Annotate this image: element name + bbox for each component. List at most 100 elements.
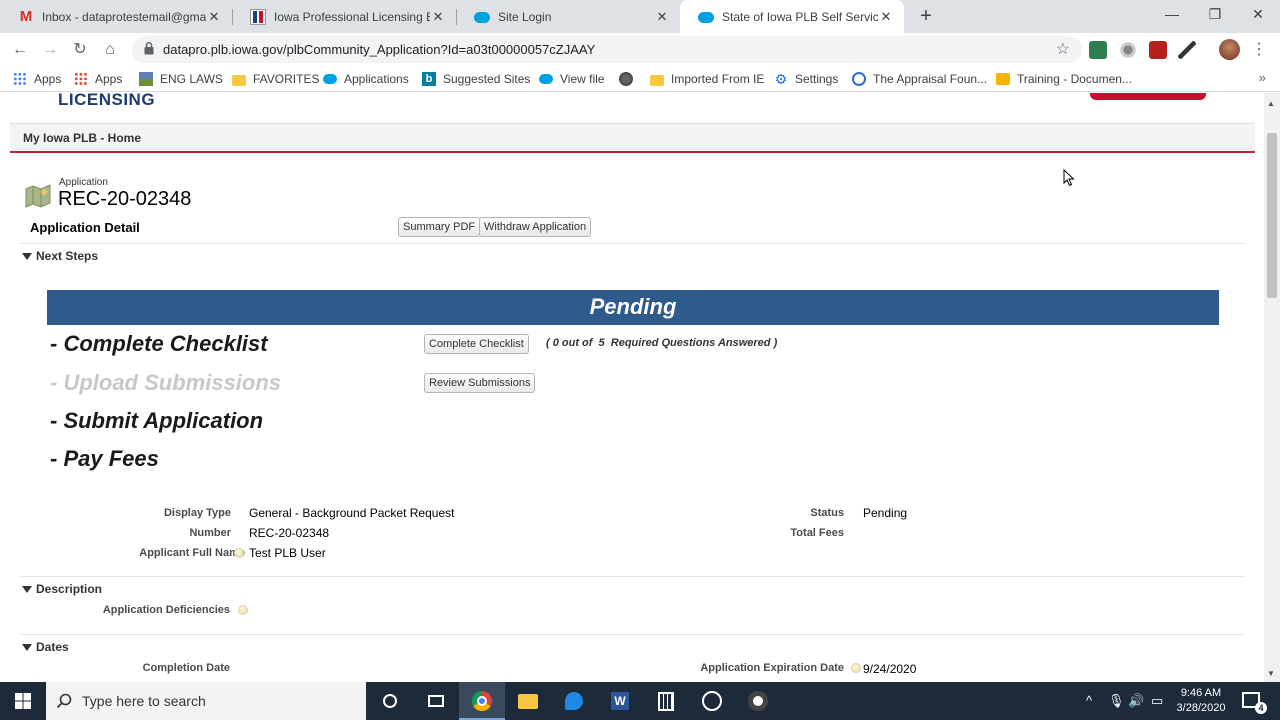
bookmark-star-icon[interactable]: ☆: [1056, 39, 1070, 59]
review-submissions-button[interactable]: Review Submissions: [424, 373, 536, 393]
word-icon[interactable]: W: [597, 682, 643, 720]
header-button[interactable]: [1090, 93, 1206, 100]
paint-app-icon[interactable]: [551, 682, 597, 720]
bookmark-training-docs[interactable]: Training - Documen...: [996, 71, 1132, 87]
address-bar[interactable]: datapro.plb.iowa.gov/plbCommunity_Applic…: [132, 36, 1082, 63]
page-scrollbar[interactable]: ▲ ▼: [1264, 93, 1280, 682]
close-icon[interactable]: ✕: [654, 9, 670, 25]
bookmark-globe[interactable]: [619, 71, 640, 87]
bookmark-label: ENG LAWS: [160, 72, 223, 86]
collapse-triangle-icon: [22, 585, 32, 593]
bookmark-appraisal-foundation[interactable]: The Appraisal Foun...: [852, 71, 987, 87]
taskbar-search-box[interactable]: Type here to search: [46, 682, 366, 720]
section-heading: Description: [36, 582, 103, 596]
restore-icon[interactable]: ❐: [1205, 6, 1225, 26]
clock-time: 9:46 AM: [1180, 687, 1222, 699]
tray-chevron-icon[interactable]: ^: [1086, 693, 1092, 708]
obs-icon[interactable]: [735, 682, 781, 720]
help-icon[interactable]: [851, 663, 861, 673]
minimize-icon[interactable]: —: [1162, 6, 1182, 26]
tab-site-login[interactable]: Site Login ✕: [456, 0, 680, 33]
status-value: Pending: [863, 506, 908, 520]
file-explorer-icon[interactable]: [505, 682, 551, 720]
window-close-icon[interactable]: ✕: [1248, 6, 1268, 26]
page-title: My Iowa PLB - Home: [23, 131, 142, 145]
task-view-icon[interactable]: [413, 682, 459, 720]
scrollbar-thumb[interactable]: [1267, 133, 1277, 298]
windows-start-icon[interactable]: [0, 682, 46, 720]
windows-taskbar: Type here to search W ^ 🎙 🔊 ▭ 9:46 AM 3/…: [0, 682, 1280, 720]
salesforce-icon: [698, 12, 714, 23]
section-next-steps[interactable]: Next Steps: [22, 249, 98, 263]
help-icon[interactable]: [234, 548, 244, 558]
bookmarks-bar: Apps Apps ENG LAWS FAVORITES Application…: [0, 66, 1280, 92]
action-center-icon[interactable]: 4: [1242, 692, 1267, 714]
applicant-full-name-label: Applicant Full Name: [139, 547, 245, 559]
bookmark-imported-from-ie[interactable]: Imported From IE: [650, 71, 764, 87]
avatar[interactable]: [1219, 39, 1240, 60]
number-label: Number: [189, 527, 231, 539]
bookmark-apps[interactable]: Apps: [13, 71, 61, 87]
section-description[interactable]: Description: [22, 582, 102, 596]
bookmarks-overflow-icon[interactable]: »: [1259, 70, 1266, 85]
calculator-icon[interactable]: [643, 682, 689, 720]
microphone-icon[interactable]: 🎙: [1108, 693, 1125, 709]
help-icon[interactable]: [238, 605, 248, 615]
bookmark-eng-laws[interactable]: ENG LAWS: [139, 71, 223, 87]
bookmark-apps-2[interactable]: Apps: [74, 71, 122, 87]
salesforce-icon: [323, 74, 337, 84]
reload-icon[interactable]: ↻: [69, 39, 91, 61]
network-icon[interactable]: ▭: [1151, 693, 1163, 709]
tab-gmail-inbox[interactable]: M Inbox - dataprotestemail@gmail. ✕: [0, 0, 232, 33]
bookmark-suggested-sites[interactable]: b Suggested Sites: [422, 71, 530, 87]
tab-plb-self-service[interactable]: State of Iowa PLB Self Service ✕: [680, 0, 904, 33]
acrobat-extension-icon[interactable]: [1149, 41, 1167, 59]
application-map-icon: [25, 184, 51, 208]
gear-icon: ⚙: [774, 71, 788, 87]
scroll-up-icon[interactable]: ▲: [1267, 99, 1275, 108]
applicant-full-name-value: Test PLB User: [249, 546, 326, 560]
withdraw-application-button[interactable]: Withdraw Application: [479, 217, 592, 237]
chrome-taskbar-icon[interactable]: [459, 682, 505, 720]
sheets-extension-icon[interactable]: [1089, 41, 1107, 59]
volume-icon[interactable]: 🔊: [1128, 693, 1144, 709]
folder-icon: [650, 74, 664, 86]
bookmark-label: View file: [560, 72, 605, 86]
close-icon[interactable]: ✕: [878, 9, 894, 25]
back-arrow-icon[interactable]: ←: [9, 39, 31, 61]
extension-circle-icon[interactable]: [1119, 41, 1137, 59]
step-submit-application: - Submit Application: [50, 408, 264, 433]
app-arc-icon[interactable]: [689, 682, 735, 720]
bookmark-label: Training - Documen...: [1017, 72, 1132, 86]
pen-extension-icon[interactable]: [1178, 41, 1196, 59]
salesforce-icon: [539, 74, 553, 84]
section-dates[interactable]: Dates: [22, 640, 69, 654]
folder-icon: [232, 74, 246, 86]
bookmark-applications[interactable]: Applications: [323, 71, 409, 87]
breadcrumb-bar: My Iowa PLB - Home: [10, 123, 1255, 153]
home-icon[interactable]: ⌂: [99, 39, 121, 61]
scroll-down-icon[interactable]: ▼: [1267, 669, 1275, 678]
tab-title: State of Iowa PLB Self Service: [722, 9, 878, 24]
summary-pdf-button[interactable]: Summary PDF: [398, 217, 481, 237]
bookmark-settings[interactable]: ⚙ Settings: [774, 71, 839, 87]
mouse-pointer-icon: [1063, 169, 1075, 187]
bookmark-favorites[interactable]: FAVORITES: [232, 71, 319, 87]
new-tab-icon[interactable]: +: [916, 6, 936, 26]
close-icon[interactable]: ✕: [206, 9, 222, 25]
divider: [20, 243, 1245, 244]
record-type-label: Application: [59, 177, 108, 188]
system-clock[interactable]: 9:46 AM 3/28/2020: [1170, 686, 1232, 716]
complete-checklist-button[interactable]: Complete Checklist: [424, 334, 529, 354]
tab-title: Iowa Professional Licensing Bure: [274, 9, 430, 24]
checklist-progress-note: ( 0 out of 5 Required Questions Answered…: [546, 337, 778, 349]
cortana-icon[interactable]: [367, 682, 413, 720]
tab-iowa-licensing[interactable]: Iowa Professional Licensing Bure ✕: [232, 0, 456, 33]
forward-arrow-icon[interactable]: →: [39, 39, 61, 61]
close-icon[interactable]: ✕: [430, 9, 446, 25]
step-upload-submissions: - Upload Submissions: [50, 370, 282, 395]
bookmark-view-file[interactable]: View file: [539, 71, 604, 87]
menu-kebab-icon[interactable]: ⋮: [1248, 39, 1270, 61]
bookmark-label: FAVORITES: [253, 72, 320, 86]
bookmark-label: Settings: [795, 72, 839, 86]
